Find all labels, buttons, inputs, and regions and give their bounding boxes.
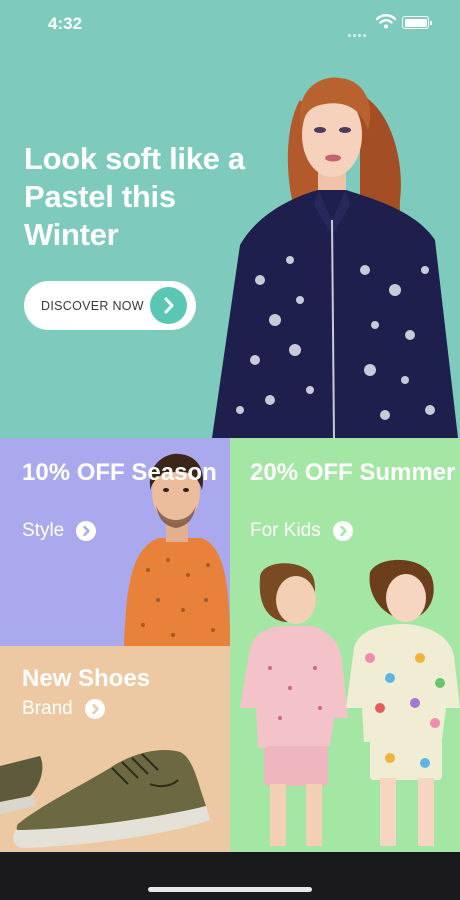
hero-model-image	[212, 77, 458, 438]
discover-now-label: DISCOVER NOW	[41, 299, 144, 313]
status-bar: 4:32	[0, 0, 460, 44]
chevron-right-icon	[332, 521, 353, 541]
promo-tile-shoes[interactable]: New Shoes Brand	[0, 646, 230, 852]
kids-model-image	[240, 559, 460, 846]
signal-icon	[348, 24, 370, 37]
promo-tile-season[interactable]: 10% OFF Season Style	[0, 438, 230, 646]
season-subtitle-label: Style	[22, 520, 65, 541]
summer-headline: 20% OFF Summer	[250, 459, 456, 486]
chevron-right-icon	[76, 521, 97, 541]
summer-subtitle-label: For Kids	[250, 520, 321, 541]
season-headline: 10% OFF Season	[22, 459, 217, 486]
shoes-headline: New Shoes	[22, 665, 151, 692]
status-time: 4:32	[48, 14, 83, 33]
home-indicator[interactable]	[148, 887, 312, 892]
discover-now-button[interactable]: DISCOVER NOW	[24, 281, 196, 330]
wifi-icon	[376, 14, 396, 29]
summer-subtitle[interactable]: For Kids	[250, 520, 353, 542]
season-subtitle[interactable]: Style	[22, 520, 97, 542]
promo-tile-summer[interactable]: 20% OFF Summer For Kids	[230, 438, 460, 852]
chevron-right-icon	[150, 287, 187, 324]
battery-icon	[402, 16, 432, 29]
shoes-subtitle[interactable]: Brand	[22, 698, 105, 720]
sneaker-image	[0, 749, 210, 848]
chevron-right-icon	[84, 699, 105, 719]
hero-banner[interactable]: Look soft like a Pastel this Winter DISC…	[0, 0, 460, 438]
shoes-subtitle-label: Brand	[22, 698, 73, 719]
bottom-bar	[0, 852, 460, 900]
